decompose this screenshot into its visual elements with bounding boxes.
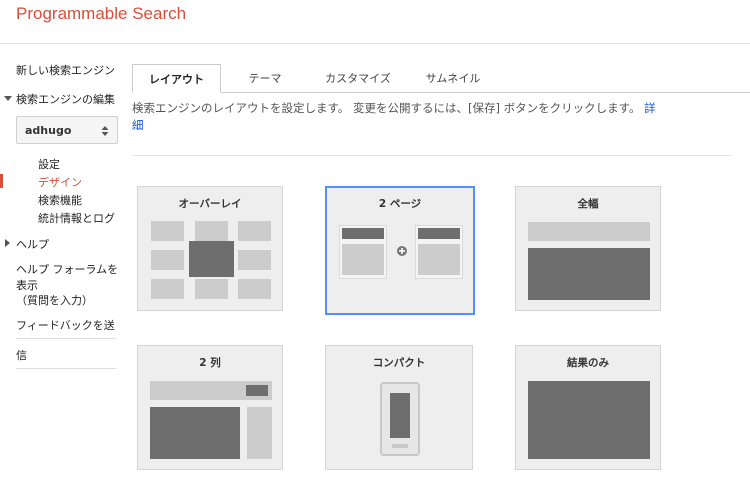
layout-card-two-page[interactable]: 2 ページ <box>325 186 475 315</box>
help-forum-link-line3[interactable]: （質問を入力） <box>16 292 93 308</box>
layout-card-title: 2 ページ <box>378 198 422 210</box>
layout-card-compact[interactable]: コンパクト <box>325 345 473 470</box>
layout-preview-searchbox <box>528 222 650 241</box>
plus-circle-icon <box>397 246 407 256</box>
layout-preview-block <box>195 221 228 241</box>
layout-preview-block <box>151 221 184 241</box>
details-link[interactable]: 詳 <box>644 101 656 115</box>
layout-card-overlay[interactable]: オーバーレイ <box>137 186 283 311</box>
sidebar-item-settings[interactable]: 設定 <box>38 156 60 172</box>
engine-select-value: adhugo <box>25 124 72 137</box>
layout-card-two-column[interactable]: 2 列 <box>137 345 283 470</box>
app-title[interactable]: Programmable Search <box>16 4 186 24</box>
layout-preview-block <box>238 221 271 241</box>
edit-engine-link[interactable]: 検索エンジンの編集 <box>16 91 115 107</box>
sidebar-divider <box>16 368 116 369</box>
layout-preview-overlay <box>189 241 234 277</box>
layout-preview-searchbox <box>342 228 384 239</box>
tab-thumbnail[interactable]: サムネイル <box>412 64 494 93</box>
layout-preview-search-button <box>246 385 268 396</box>
description-text: 検索エンジンのレイアウトを設定します。 変更を公開するには、[保存] ボタンをク… <box>132 101 641 115</box>
tab-customize[interactable]: カスタマイズ <box>310 64 406 93</box>
feedback-link-line1[interactable]: フィードバックを送 <box>16 317 115 333</box>
layout-preview-block <box>195 279 228 299</box>
layout-preview-block <box>342 244 384 275</box>
sidebar-item-stats-logs[interactable]: 統計情報とログ <box>38 210 115 226</box>
feedback-link-line2[interactable]: 信 <box>16 347 27 363</box>
sidebar-divider <box>16 338 116 339</box>
layout-preview-block <box>238 279 271 299</box>
layout-description: 検索エンジンのレイアウトを設定します。 変更を公開するには、[保存] ボタンをク… <box>132 100 732 134</box>
layout-preview-sidebar <box>247 407 272 459</box>
sidebar-item-design[interactable]: デザイン <box>38 174 82 190</box>
layout-card-results-only[interactable]: 結果のみ <box>515 345 661 470</box>
layout-preview-searchbox <box>418 228 460 239</box>
layout-card-full-width[interactable]: 全幅 <box>515 186 661 311</box>
layout-preview-block <box>151 279 184 299</box>
section-divider <box>132 155 732 156</box>
layout-card-title: 2 列 <box>199 357 221 369</box>
layout-preview-results <box>528 248 650 300</box>
sidebar-item-search-features[interactable]: 検索機能 <box>38 192 82 208</box>
layout-card-title: 結果のみ <box>567 357 609 369</box>
help-forum-link-line2[interactable]: 表示 <box>16 277 38 293</box>
layout-preview-block <box>238 250 271 270</box>
sidebar: 新しい検索エンジン 検索エンジンの編集 adhugo 設定 デザイン 検索機能 … <box>0 44 120 480</box>
top-bar: Programmable Search <box>0 0 750 44</box>
layout-card-title: コンパクト <box>372 357 426 369</box>
tab-theme[interactable]: テーマ <box>226 64 304 93</box>
help-link[interactable]: ヘルプ <box>16 236 49 252</box>
layout-card-title: 全幅 <box>577 198 599 210</box>
help-forum-link-line1[interactable]: ヘルプ フォーラムを <box>16 261 118 277</box>
layout-preview-screen <box>390 393 410 438</box>
layout-card-title: オーバーレイ <box>178 198 242 210</box>
new-engine-link[interactable]: 新しい検索エンジン <box>16 62 115 78</box>
caret-down-icon[interactable] <box>4 96 12 101</box>
tab-layout[interactable]: レイアウト <box>132 64 221 93</box>
layout-preview-results <box>528 381 650 459</box>
sort-arrows-icon <box>101 126 109 136</box>
engine-select[interactable]: adhugo <box>16 116 118 144</box>
tab-underline <box>132 92 750 93</box>
details-link-cont[interactable]: 細 <box>132 118 144 132</box>
phone-buttons <box>392 444 408 448</box>
layout-preview-results <box>150 407 240 459</box>
active-indicator <box>0 174 3 188</box>
layout-preview-block <box>418 244 460 275</box>
layout-preview-block <box>151 250 184 270</box>
caret-right-icon[interactable] <box>5 239 10 247</box>
